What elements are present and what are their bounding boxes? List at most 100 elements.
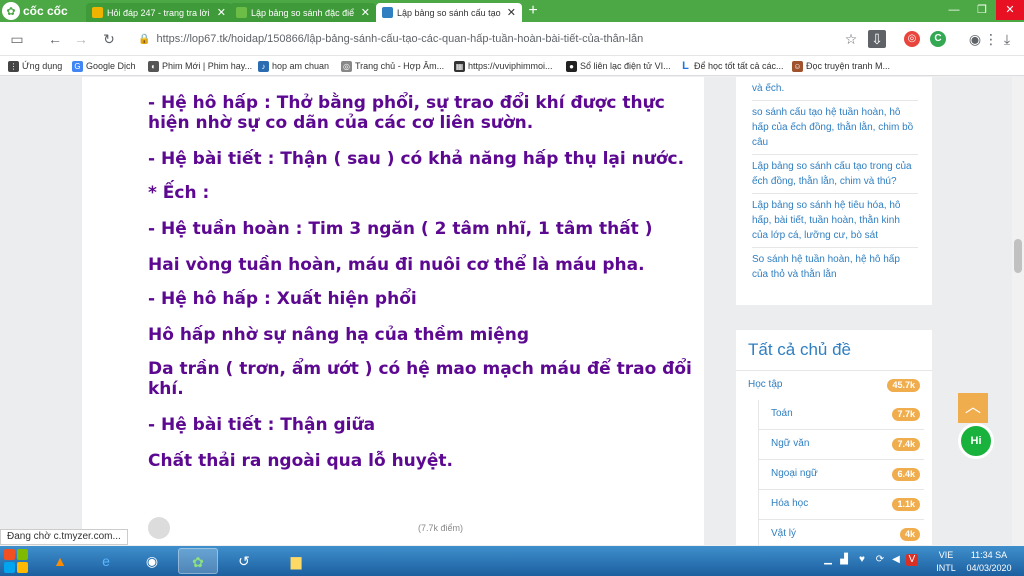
bookmark-vuviphimmoi[interactable]: ▦ https://vuviphimmoi... [454,58,553,74]
url-text: https://lop67.tk/hoidap/150866/lập-bảng-… [156,33,644,45]
clock[interactable]: 11:34 SA 04/03/2020 [960,549,1018,575]
minimize-button[interactable]: — [940,0,968,20]
tab-lap-bang-dac-diem[interactable]: Lập bảng so sánh đặc điể ✕ [230,3,376,22]
close-tab-icon[interactable]: ✕ [361,6,370,19]
topic-ngu-van[interactable]: Ngữ văn 7.4k [758,430,924,460]
topic-name: Vật lý [771,528,797,539]
favicon-icon [382,7,393,18]
signal-icon[interactable]: ▁ [822,554,834,566]
bookmark-trang-chu[interactable]: ◎ Trang chủ - Hợp Âm... [341,58,444,74]
answer-line: * Ếch : [148,183,210,203]
bookmark-google-dich[interactable]: G Google Dịch [72,58,136,74]
topics-title: Tất cả chủ đề [748,340,852,359]
topic-count-badge: 7.7k [892,408,920,421]
media-player-icon[interactable]: ↺ [224,548,264,574]
bookmark-label: Phim Mới | Phim hay... [162,61,253,71]
vlc-icon[interactable]: ▲ [40,548,80,574]
page-scrollbar[interactable] [1012,77,1024,545]
address-bar[interactable]: 🔒 https://lop67.tk/hoidap/150866/lập-bản… [130,27,870,51]
webcam-icon[interactable]: ◉ [132,548,172,574]
bookmark-apps[interactable]: ⋮ Ứng dụng [8,58,62,74]
topic-ngoai-ngu[interactable]: Ngoại ngữ 6.4k [758,460,924,490]
internet-explorer-icon[interactable]: e [86,548,126,574]
keyboard-layout: INTL [936,563,956,573]
bookmark-de-hoc-tot[interactable]: L Để học tốt tất cả các... [680,58,784,74]
manga-icon: ☺ [792,60,803,72]
answer-line: - Hệ bài tiết : Thận ( sau ) có khả năng… [148,149,685,169]
answer-line: Da trần ( trơn, ẩm ướt ) có hệ mao mạch … [148,359,692,399]
sidebar-toggle-icon[interactable]: ▭ [8,30,26,48]
bookmark-label: Đọc truyện tranh M... [806,61,891,71]
bookmark-doc-truyen[interactable]: ☺ Đọc truyện tranh M... [792,58,890,74]
topic-toan[interactable]: Toán 7.7k [758,400,924,430]
related-question-link[interactable]: Lập bảng so sánh hệ tiêu hóa, hô hấp, bà… [752,194,918,248]
topic-hoa-hoc[interactable]: Hóa học 1.1k [758,490,924,520]
music-icon: ♪ [258,60,269,72]
restore-button[interactable]: ❐ [968,0,996,20]
tab-title: Hỏi đáp 247 - trang tra lời [107,7,210,18]
extension-c-icon[interactable]: C [930,31,946,47]
scrollbar-thumb[interactable] [1014,239,1022,273]
file-explorer-icon[interactable]: ▆ [276,548,316,574]
topics-panel: Tất cả chủ đề Học tập 45.7k Toán 7.7k Ng… [736,330,932,545]
topic-vat-ly[interactable]: Vật lý 4k [758,520,924,545]
coccoc-taskbar-icon[interactable]: ✿ [178,548,218,574]
windows-logo-icon [17,562,28,573]
network-icon[interactable]: ▟ [838,554,850,566]
antivirus-icon[interactable]: V [906,554,918,566]
related-question-link[interactable]: Lập bảng so sánh cấu tạo trong của ếch đ… [752,155,918,194]
back-button[interactable]: ← [46,30,64,48]
answer-line: - Hệ hô hấp : Thở bằng phổi, sự trao đổi… [148,93,665,133]
lock-icon: 🔒 [138,33,151,45]
related-question-link[interactable]: so sánh cấu tạo hệ tuần hoàn, hô hấp của… [752,101,918,155]
topic-name: Học tập [748,379,783,390]
bookmark-star-icon[interactable]: ☆ [842,30,860,48]
topic-count-badge: 6.4k [892,468,920,481]
bookmark-so-lien-lac[interactable]: ● Sổ liên lạc điện tử VI... [566,58,671,74]
downloads-arrow-icon[interactable]: ⤓ [998,30,1016,48]
language-code: VIE [938,550,954,560]
chord-icon: ◎ [341,60,352,72]
windows-logo-icon [4,549,15,560]
volume-icon[interactable]: ◀ [890,554,902,566]
related-questions: và ếch. so sánh cấu tạo hệ tuần hoàn, hô… [736,77,932,305]
reload-button[interactable]: ↻ [100,30,118,48]
related-question-link[interactable]: và ếch. [752,77,918,101]
sync-icon[interactable]: ⟳ [874,554,886,566]
close-window-button[interactable]: ✕ [996,0,1024,20]
bookmark-hop-am-chuan[interactable]: ♪ hop am chuan [258,58,329,74]
bookmark-phim-moi[interactable]: ◐ Phim Mới | Phim hay... [148,58,252,74]
start-button[interactable] [4,549,28,573]
input-language[interactable]: VIE INTL [934,549,958,575]
browser-brand[interactable]: ✿ cốc cốc [2,2,68,20]
bookmark-label: Ứng dụng [22,61,63,71]
new-tab-button[interactable]: + [524,2,542,20]
chat-bubble-icon[interactable]: Hi [958,423,994,459]
answer-line: Chất thải ra ngoài qua lỗ huyệt. [148,451,453,471]
topic-hoc-tap[interactable]: Học tập 45.7k [736,370,932,400]
status-bar: Đang chờ c.tmyzer.com... [0,529,128,545]
author-points: (7.7k điểm) [418,523,464,533]
tab-lap-bang-cau-tao[interactable]: Lập bảng so sánh cấu tạo ✕ [376,3,522,22]
topic-count-badge: 1.1k [892,498,920,511]
scroll-to-top-button[interactable]: ︿ [958,393,988,423]
related-question-link[interactable]: So sánh hệ tuần hoàn, hệ hô hấp của thỏ … [752,248,918,286]
close-tab-icon[interactable]: ✕ [507,6,516,19]
tab-strip: ✿ cốc cốc Hỏi đáp 247 - trang tra lời ✕ … [0,0,1024,22]
forward-button[interactable]: → [72,30,90,48]
bookmark-label: Để học tốt tất cả các... [694,61,784,71]
movie-icon: ▦ [454,60,465,72]
tab-hoidap[interactable]: Hỏi đáp 247 - trang tra lời ✕ [86,3,232,22]
extension-coccoc-icon[interactable]: ◎ [904,31,920,47]
avatar[interactable] [148,517,170,539]
translate-icon: G [72,60,83,72]
download-icon[interactable]: ⇩ [868,30,886,48]
apps-icon: ⋮ [8,60,19,72]
answer-content: - Hệ hô hấp : Thở bằng phổi, sự trao đổi… [82,77,704,545]
close-tab-icon[interactable]: ✕ [217,6,226,19]
shield-icon[interactable]: ♥ [856,554,868,566]
bookmarks-bar: ⋮ Ứng dụng G Google Dịch ◐ Phim Mới | Phim … [0,56,1024,76]
windows-logo-icon [4,562,15,573]
sidebar: và ếch. so sánh cấu tạo hệ tuần hoàn, hô… [736,77,932,545]
windows-logo-icon [17,549,28,560]
